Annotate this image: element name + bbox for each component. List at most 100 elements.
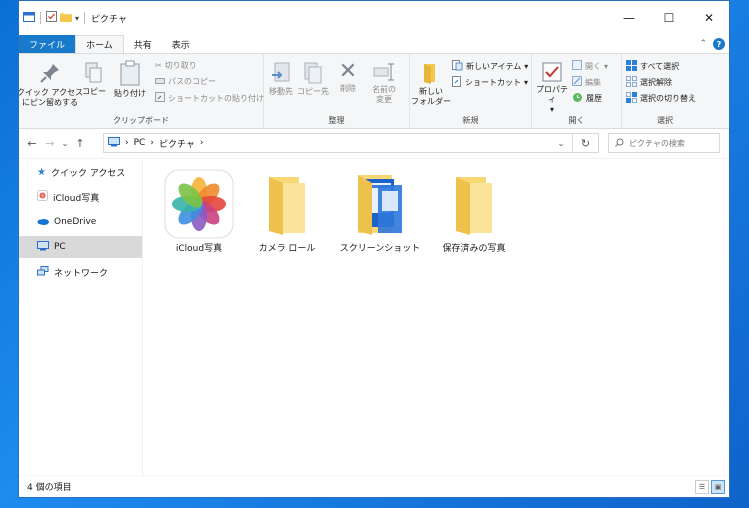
select-none-button[interactable]: 選択解除 [626, 76, 672, 89]
group-new: 新しい フォルダー 新しいアイテム ▾ ショートカット ▾ 新規 [410, 54, 532, 128]
open-group-label: 開く [568, 116, 585, 125]
tab-share[interactable]: 共有 [124, 35, 162, 53]
shortcut-dropdown-icon: ▾ [524, 78, 529, 87]
paste-button[interactable]: 貼り付け [111, 60, 149, 99]
folder-icon [251, 169, 323, 239]
shortcut-icon [452, 76, 462, 89]
nav-item-label: クイック アクセス [50, 168, 126, 179]
new-item-dropdown-icon: ▾ [524, 62, 529, 71]
new-folder-icon [421, 62, 441, 87]
paste-icon [119, 60, 141, 89]
nav-item-quick-access[interactable]: ★ クイック アクセス [19, 161, 142, 183]
refresh-button[interactable]: ↻ [573, 133, 599, 153]
nav-item-icloud-photos[interactable]: iCloud写真 [19, 186, 142, 208]
delete-label: 削除 [340, 84, 356, 93]
new-item-button[interactable]: 新しいアイテム ▾ [452, 60, 528, 73]
group-open: プロパティ ▾ 開く ▾ 編集 履歴 開く [532, 54, 622, 128]
path-icon [155, 77, 165, 87]
item-label: iCloud写真 [175, 244, 223, 254]
new-item-icon [452, 60, 463, 73]
select-all-icon [626, 60, 637, 73]
group-organize: 移動先 コピー先 ✕ 削除 名前の 変更 整理 [264, 54, 410, 128]
open-dropdown-icon: ▾ [604, 61, 609, 71]
forward-arrow-icon[interactable]: → [41, 137, 59, 150]
pin-icon [39, 62, 61, 87]
collapse-ribbon-icon[interactable]: ⌃ [699, 39, 707, 49]
rename-button[interactable]: 名前の 変更 [366, 62, 402, 105]
pin-quick-access-button[interactable]: クイック アクセス にピン留めする [19, 62, 83, 108]
properties-qat-icon[interactable] [46, 11, 57, 25]
item-count: 4 個の項目 [27, 483, 72, 493]
copy-path-button[interactable]: パスのコピー [155, 76, 216, 87]
pin-label: クイック アクセス にピン留めする [18, 88, 84, 107]
breadcrumb-separator-icon: › [150, 138, 154, 148]
invert-selection-button[interactable]: 選択の切り替え [626, 92, 696, 105]
paste-shortcut-button[interactable]: ショートカットの貼り付け [155, 92, 264, 104]
nav-item-label: OneDrive [54, 217, 97, 227]
select-all-label: すべて選択 [640, 62, 680, 71]
details-view-icon[interactable]: ☰ [695, 479, 709, 494]
address-dropdown-icon[interactable]: ⌄ [550, 139, 572, 148]
move-to-button[interactable]: 移動先 [266, 62, 296, 97]
navigation-pane: ★ クイック アクセス iCloud写真 OneDrive PC ネットワーク [19, 161, 143, 477]
copy-to-icon [303, 62, 323, 87]
copy-button[interactable]: コピー [79, 62, 109, 97]
item-screenshots[interactable]: スクリーンショット [335, 169, 425, 254]
copy-to-label: コピー先 [297, 87, 329, 96]
minimize-button[interactable]: — [609, 1, 649, 35]
help-icon[interactable]: ? [713, 38, 725, 50]
file-list: iCloud写真 カメラ ロール スクリーンショット 保存済みの写真 [144, 161, 729, 477]
nav-item-pc[interactable]: PC [19, 236, 142, 258]
rename-label: 名前の 変更 [372, 85, 396, 104]
item-icloud-photos[interactable]: iCloud写真 [154, 169, 244, 254]
star-icon: ★ [37, 166, 46, 178]
breadcrumb-pc[interactable]: PC [134, 138, 146, 148]
item-label: スクリーンショット [339, 244, 421, 254]
open-icon [572, 60, 582, 72]
nav-item-onedrive[interactable]: OneDrive [19, 211, 142, 233]
tab-view[interactable]: 表示 [162, 35, 200, 53]
back-arrow-icon[interactable]: ← [23, 137, 41, 150]
delete-icon: ✕ [338, 59, 358, 84]
open-button[interactable]: 開く ▾ [572, 60, 608, 72]
close-button[interactable]: ✕ [689, 1, 729, 35]
copy-icon [85, 62, 103, 87]
address-bar[interactable]: › PC › ピクチャ › ⌄ [103, 133, 573, 153]
properties-button[interactable]: プロパティ ▾ [534, 62, 570, 115]
qat-dropdown-icon[interactable]: ▾ [75, 14, 79, 23]
recent-dropdown-icon[interactable]: ⌄ [59, 139, 71, 148]
item-camera-roll[interactable]: カメラ ロール [242, 169, 332, 254]
large-icons-view-icon[interactable]: ▣ [711, 479, 725, 494]
nav-item-label: iCloud写真 [53, 193, 100, 204]
nav-item-network[interactable]: ネットワーク [19, 261, 142, 283]
pc-address-icon [108, 136, 120, 150]
history-button[interactable]: 履歴 [572, 92, 602, 105]
properties-icon [542, 62, 562, 85]
maximize-button[interactable]: ☐ [649, 1, 689, 35]
delete-button[interactable]: ✕ 削除 [334, 60, 362, 94]
select-group-label: 選択 [657, 116, 673, 125]
search-box[interactable]: ピクチャの検索 [608, 133, 720, 153]
easy-access-button[interactable]: ショートカット ▾ [452, 76, 528, 89]
folder-open-icon [344, 169, 416, 239]
shortcut-paste-icon [155, 92, 165, 104]
tab-home[interactable]: ホーム [75, 35, 124, 53]
edit-button[interactable]: 編集 [572, 76, 601, 88]
cut-button[interactable]: ✂ 切り取り [155, 60, 197, 71]
photos-icon [37, 190, 48, 204]
cut-label: 切り取り [164, 61, 197, 70]
item-saved-pictures[interactable]: 保存済みの写真 [429, 169, 519, 254]
copy-to-button[interactable]: コピー先 [297, 62, 329, 97]
invert-selection-label: 選択の切り替え [640, 94, 696, 103]
status-bar: 4 個の項目 ☰ ▣ [19, 475, 729, 497]
breadcrumb-separator-icon: › [199, 138, 204, 148]
nav-item-label: ネットワーク [54, 268, 109, 279]
quick-access-toolbar: ▾ [23, 11, 87, 25]
new-folder-qat-icon[interactable] [60, 11, 72, 25]
tab-file[interactable]: ファイル [19, 35, 76, 53]
title-bar: ▾ ピクチャ — ☐ ✕ [19, 1, 729, 35]
breadcrumb-pictures[interactable]: ピクチャ [159, 137, 195, 150]
up-arrow-icon[interactable]: ↑ [71, 137, 89, 150]
select-all-button[interactable]: すべて選択 [626, 60, 679, 73]
new-folder-button[interactable]: 新しい フォルダー [411, 62, 451, 107]
